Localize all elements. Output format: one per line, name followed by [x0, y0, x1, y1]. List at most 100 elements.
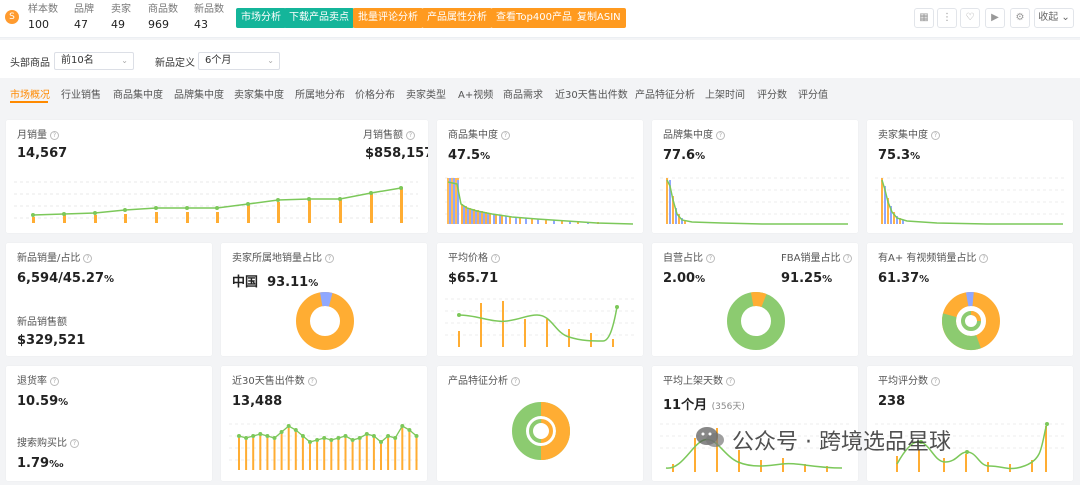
tab-seller-concentration[interactable]: 卖家集中度 [234, 86, 284, 101]
sold-30d-bar [372, 438, 375, 470]
tab-review-count[interactable]: 评分数 [757, 86, 787, 101]
new-definition-select[interactable]: 6个月 ⌄ [198, 52, 280, 70]
card-returns: 退货率? 10.59% 搜索购买比? 1.79‰ [6, 366, 212, 481]
tab-sold-30d[interactable]: 近30天售出件数 [555, 86, 628, 101]
wechat-logo-icon [696, 427, 724, 447]
tab-location-distribution[interactable]: 所属地分布 [295, 86, 345, 101]
new-definition-label: 新品定义 [155, 58, 195, 69]
search-purchase-value: 1.79‰ [17, 456, 64, 471]
stat-sample: 样本数 100 [28, 4, 58, 31]
card-seller-location: 卖家所属地销量占比? 中国 93.11% [221, 243, 427, 356]
sold-30d-point [286, 424, 291, 428]
sold-30d-point [315, 438, 320, 442]
tab-feature-analysis[interactable]: 产品特征分析 [635, 86, 695, 101]
sold-30d-bar [365, 436, 368, 470]
chevron-down-icon: ⌄ [1061, 12, 1070, 23]
sold-30d-bar [252, 438, 255, 470]
tab-rating-value[interactable]: 评分值 [798, 86, 828, 101]
collapse-button[interactable]: 收起 ⌄ [1034, 8, 1074, 28]
sold-30d-point [364, 432, 369, 436]
sold-30d-point [336, 436, 341, 440]
heart-icon[interactable]: ♡ [960, 8, 980, 28]
sold-30d-point [293, 428, 298, 432]
card-seller-concentration: 卖家集中度? 75.3% [867, 120, 1073, 233]
sold-30d-bar [280, 434, 283, 470]
download-selling-points-button[interactable]: 下载产品卖点 [284, 8, 354, 28]
feature-donut [512, 402, 570, 460]
grid-icon[interactable]: ▦ [914, 8, 934, 28]
tab-brand-concentration[interactable]: 品牌集中度 [174, 86, 224, 101]
sold-30d-bar [287, 428, 290, 470]
sold-30d-point [322, 436, 327, 440]
brand-concentration-chart [660, 177, 850, 225]
sold-30d-bar [408, 432, 411, 470]
help-icon: ? [70, 439, 79, 448]
attribute-analysis-button[interactable]: 产品属性分析 [422, 8, 492, 28]
help-icon: ? [83, 254, 93, 263]
tab-price-distribution[interactable]: 价格分布 [355, 86, 395, 101]
sold-30d-point [258, 432, 263, 436]
sold-30d-point [300, 434, 305, 438]
tab-aplus-video[interactable]: A+视频 [458, 86, 493, 101]
card-title: 新品销量/占比? [17, 249, 93, 264]
sold-30d-bar [394, 440, 397, 470]
tab-bar: 市场概况 行业销售 商品集中度 品牌集中度 卖家集中度 所属地分布 价格分布 卖… [0, 80, 1080, 106]
sold-30d-bar [351, 442, 354, 470]
card-title: 搜索购买比? [17, 434, 79, 449]
sold-30d-bar [301, 438, 304, 470]
chevron-down-icon: ⌄ [267, 56, 274, 65]
card-aplus-video: 有A+ 有视频销量占比? 61.37% [867, 243, 1073, 356]
sold-30d-point [251, 434, 256, 438]
aplus-donut [942, 292, 1000, 350]
goods-concentration-chart [445, 177, 635, 225]
avg-price-chart [445, 298, 635, 347]
sold-30d-bar [344, 438, 347, 470]
video-icon[interactable]: ▶ [985, 8, 1005, 28]
sold-30d-bar [415, 438, 418, 470]
monthly-sales-chart [14, 181, 418, 223]
tab-seller-type[interactable]: 卖家类型 [406, 86, 446, 101]
sold-30d-chart [229, 423, 419, 470]
stat-brand: 品牌 47 [74, 4, 94, 31]
sold-30d-bar [358, 440, 361, 470]
tab-market-overview[interactable]: 市场概况 [10, 86, 50, 101]
stat-products: 商品数 969 [148, 4, 178, 31]
sold-30d-point [329, 438, 334, 442]
watermark-text: 公众号 · 跨境选品星球 [732, 430, 951, 455]
sold-30d-bar [309, 444, 311, 470]
copy-asin-button[interactable]: 复制ASIN [572, 8, 626, 28]
stat-seller: 卖家 49 [111, 4, 131, 31]
sold-30d-point [357, 436, 362, 440]
tab-industry-sales[interactable]: 行业销售 [61, 86, 101, 101]
sold-30d-point [400, 424, 405, 428]
tab-goods-concentration[interactable]: 商品集中度 [113, 86, 163, 101]
stat-new-products: 新品数 43 [194, 4, 224, 31]
sold-30d-point [343, 434, 348, 438]
sold-30d-bar [401, 428, 404, 470]
batch-review-analysis-button[interactable]: 批量评论分析 [353, 8, 423, 28]
sold-30d-point [265, 434, 270, 438]
tab-product-demand[interactable]: 商品需求 [503, 86, 543, 101]
sold-30d-point [350, 438, 355, 442]
active-tab-indicator [10, 101, 48, 103]
sold-30d-bar [330, 442, 333, 470]
settings-icon[interactable]: ⚙ [1010, 8, 1030, 28]
seller-location-donut [296, 292, 354, 350]
view-top400-button[interactable]: 查看Top400产品 [491, 8, 577, 28]
top-bar: S 样本数 100 品牌 47 卖家 49 商品数 969 新品数 43 市场分析 下载产… [0, 0, 1080, 38]
sold-30d-bar [273, 440, 276, 470]
sold-30d-point [371, 434, 376, 438]
sold-30d-point [237, 434, 241, 438]
sold-30d-point [414, 434, 419, 438]
sold-30d-point [244, 436, 249, 440]
market-analysis-button[interactable]: 市场分析 [236, 8, 286, 28]
head-goods-select[interactable]: 前10名 ⌄ [54, 52, 134, 70]
card-title: 退货率? [17, 372, 59, 387]
filter-bar: 头部商品 前10名 ⌄ 新品定义 6个月 ⌄ [0, 40, 1080, 78]
card-brand-concentration: 品牌集中度? 77.6% [652, 120, 858, 233]
card-sold-30d: 近30天售出件数? 13,488 [221, 366, 427, 481]
card-self-fba: 自营占比? FBA销量占比? 2.00% 91.25% [652, 243, 858, 356]
more-icon[interactable]: ⋮ [937, 8, 957, 28]
tab-listing-time[interactable]: 上架时间 [705, 86, 745, 101]
return-rate-value: 10.59% [17, 394, 69, 409]
